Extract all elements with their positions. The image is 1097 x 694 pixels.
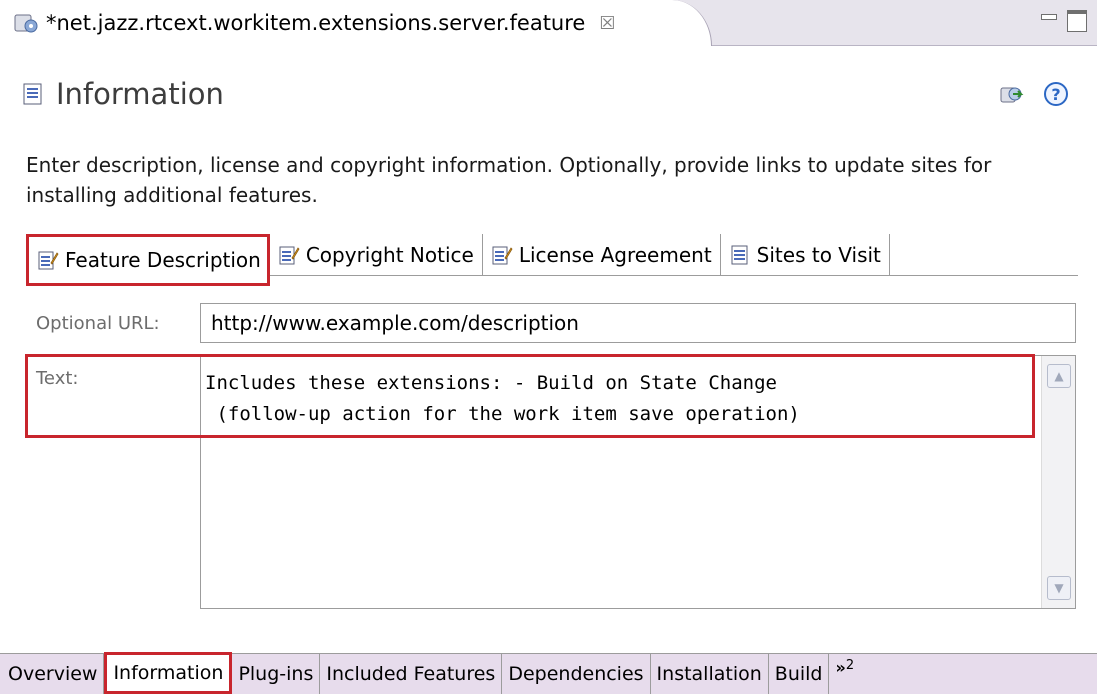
close-icon[interactable]: ☒ (599, 13, 615, 34)
document-icon (729, 244, 751, 266)
overflow-chevron-icon[interactable]: » 2 (829, 654, 860, 694)
tab-license-agreement[interactable]: License Agreement (483, 234, 721, 276)
edit-document-icon (491, 244, 513, 266)
text-area-content: Includes these extensions: - Build on St… (205, 372, 800, 425)
section-title: Information (56, 77, 224, 111)
page-tab-bar: Overview Information Plug-ins Included F… (0, 652, 1097, 694)
tab-sites-to-visit[interactable]: Sites to Visit (721, 234, 890, 276)
minimize-icon[interactable] (1039, 10, 1057, 28)
tab-installation[interactable]: Installation (651, 654, 769, 694)
vertical-scrollbar[interactable]: ▲ ▼ (1041, 356, 1075, 608)
tab-label: Sites to Visit (756, 243, 881, 267)
section-header: Information ? (20, 72, 1080, 116)
tab-label: Copyright Notice (305, 243, 474, 267)
text-label: Text: (36, 368, 79, 389)
tab-information[interactable]: Information (104, 652, 233, 694)
tab-label: License Agreement (518, 243, 712, 267)
section-description: Enter description, license and copyright… (26, 153, 992, 207)
overflow-count: 2 (845, 658, 855, 673)
tab-copyright-notice[interactable]: Copyright Notice (270, 234, 483, 276)
tab-build[interactable]: Build (769, 654, 830, 694)
editor-tab-bar: *net.jazz.rtcext.workitem.extensions.ser… (0, 0, 1097, 46)
edit-document-icon (37, 249, 59, 271)
tab-included-features[interactable]: Included Features (320, 654, 503, 694)
document-icon (20, 81, 46, 107)
editor-tab-title: *net.jazz.rtcext.workitem.extensions.ser… (46, 11, 586, 35)
export-icon[interactable] (998, 80, 1026, 108)
edit-document-icon (278, 244, 300, 266)
maximize-icon[interactable] (1067, 10, 1087, 32)
tab-plug-ins[interactable]: Plug-ins (232, 654, 321, 694)
url-label: Optional URL: (36, 313, 160, 334)
feature-icon (12, 10, 40, 36)
tab-feature-description[interactable]: Feature Description (26, 234, 270, 286)
tab-overview[interactable]: Overview (2, 654, 105, 694)
editor-tab[interactable]: *net.jazz.rtcext.workitem.extensions.ser… (0, 0, 712, 46)
tab-label: Feature Description (65, 248, 261, 272)
text-area[interactable]: Includes these extensions: - Build on St… (200, 355, 1076, 609)
tab-dependencies[interactable]: Dependencies (502, 654, 651, 694)
scroll-down-icon[interactable]: ▼ (1047, 576, 1071, 600)
scroll-up-icon[interactable]: ▲ (1047, 364, 1071, 388)
info-tab-strip: Feature Description Copyright Notice Lic… (26, 234, 1078, 286)
url-input[interactable]: http://www.example.com/description (200, 303, 1076, 343)
help-icon[interactable]: ? (1042, 80, 1070, 108)
overflow-glyph: » (835, 658, 846, 677)
